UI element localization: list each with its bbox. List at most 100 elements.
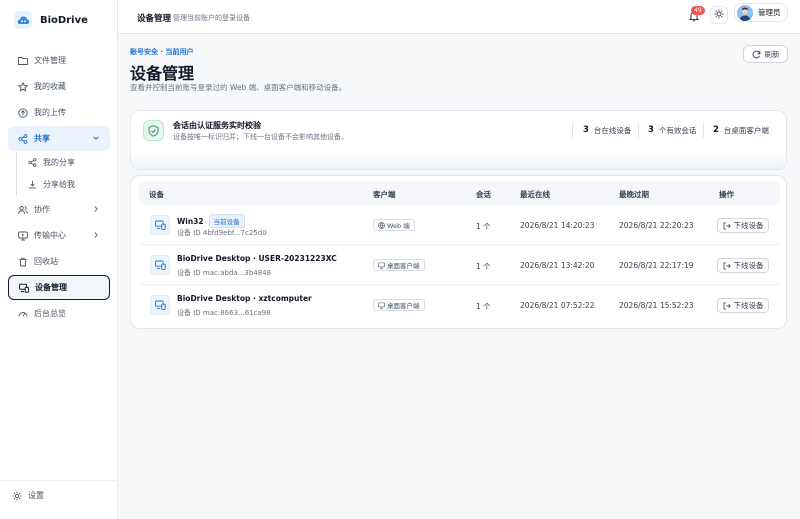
device-name-text: BioDrive Desktop · xztcomputer [177, 294, 312, 303]
expires-at: 2026/8/21 22:17:19 [619, 261, 694, 270]
monitor-icon [378, 302, 385, 309]
download-icon [27, 180, 37, 190]
session-count: 1 个 [476, 222, 491, 231]
device-id: 设备 ID 4bfd9ebf...7c25d0 [177, 229, 267, 237]
user-menu[interactable]: 管理员 [734, 3, 788, 22]
sidebar: BioDrive 文件管理 我的收藏 我的上传 共享 我的分享 分享给我 协作 … [0, 0, 118, 519]
sidebar-item-my-shares[interactable]: 我的分享 [17, 152, 110, 173]
sidebar-item-uploads[interactable]: 我的上传 [8, 100, 110, 125]
app-name: BioDrive [40, 14, 88, 26]
notification-badge: 49 [691, 6, 705, 15]
sidebar-item-shared-with-me[interactable]: 分享给我 [17, 174, 110, 195]
sidebar-item-devices[interactable]: 设备管理 [8, 275, 110, 300]
sidebar-item-favorites[interactable]: 我的收藏 [8, 74, 110, 99]
sidebar-divider [0, 480, 118, 481]
session-count: 1 个 [476, 262, 491, 271]
share-small-icon [27, 158, 37, 168]
refresh-label: 刷新 [764, 49, 780, 59]
chevron-right-icon [92, 231, 100, 241]
stat-divider [572, 122, 573, 138]
sidebar-item-transfer[interactable]: 传输中心 [8, 223, 110, 248]
trash-icon [18, 257, 28, 267]
monitor-icon [378, 262, 385, 269]
table-row: BioDrive Desktop · USER-20231223XC 设备 ID… [139, 246, 780, 285]
logout-device-button[interactable]: 下线设备 [717, 218, 769, 233]
sidebar-item-collaboration[interactable]: 协作 [8, 197, 110, 222]
logout-label: 下线设备 [733, 301, 764, 310]
column-header-client: 客户端 [373, 190, 396, 199]
client-label: Web 端 [387, 222, 410, 230]
page-title: 设备管理 [130, 64, 195, 83]
client-badge: 桌面客户端 [373, 259, 425, 271]
logout-device-button[interactable]: 下线设备 [717, 258, 769, 273]
star-icon [18, 81, 28, 92]
shield-check-icon [143, 120, 164, 141]
device-name: BioDrive Desktop · USER-20231223XC [177, 254, 337, 263]
header-subtitle: 管理当前账户的登录设备 [173, 14, 250, 22]
users-icon [18, 205, 28, 215]
sidebar-item-settings[interactable]: 设置 [12, 490, 44, 501]
sidebar-item-label: 协作 [34, 205, 50, 214]
sidebar-item-label: 传输中心 [34, 231, 66, 240]
devices-icon [19, 283, 29, 293]
settings-label: 设置 [28, 491, 44, 500]
table-row: BioDrive Desktop · xztcomputer 设备 ID mac… [139, 286, 780, 325]
sidebar-item-label: 我的收藏 [34, 82, 66, 91]
refresh-button[interactable]: 刷新 [743, 45, 788, 63]
avatar [737, 4, 753, 21]
sidebar-nav: 文件管理 我的收藏 我的上传 共享 我的分享 分享给我 协作 传输中心 回收站 … [8, 48, 110, 327]
stat-value: 2 [713, 125, 719, 135]
chevron-down-icon [92, 134, 100, 144]
chevron-right-icon [92, 205, 100, 215]
devices-icon [150, 295, 170, 315]
sidebar-item-label: 回收站 [34, 257, 58, 266]
sidebar-item-trash[interactable]: 回收站 [8, 249, 110, 274]
stat-desktop-clients: 2 台桌面客户端 [713, 123, 769, 137]
sidebar-item-label: 我的分享 [43, 158, 75, 167]
page-description: 查看并控制当前账号登录过的 Web 端、桌面客户端和移动设备。 [130, 83, 347, 92]
sidebar-item-label: 文件管理 [34, 56, 66, 65]
logout-icon [723, 262, 731, 270]
gear-icon [12, 491, 22, 501]
sidebar-item-share[interactable]: 共享 [8, 126, 110, 151]
column-header-sessions: 会话 [476, 190, 491, 199]
logout-icon [723, 302, 731, 310]
top-bar: 设备管理 管理当前账户的登录设备 49 管理员 [118, 0, 800, 34]
client-label: 桌面客户端 [387, 302, 420, 310]
sidebar-item-files[interactable]: 文件管理 [8, 48, 110, 73]
stat-label: 个有效会话 [658, 125, 697, 135]
last-online: 2026/8/21 07:52:22 [520, 301, 595, 310]
user-name: 管理员 [758, 8, 781, 17]
upload-icon [18, 107, 28, 118]
globe-icon [378, 221, 385, 229]
table-header: 设备 客户端 会话 最近在线 最晚过期 操作 [139, 181, 780, 205]
share-icon [18, 133, 28, 144]
table-row: Win32 当前设备 设备 ID 4bfd9ebf...7c25d0 Web 端… [139, 206, 780, 245]
sidebar-item-label: 共享 [34, 134, 50, 143]
sidebar-item-label: 分享给我 [43, 180, 75, 189]
breadcrumb: 账号安全 · 当前用户 [130, 48, 194, 56]
stat-online-devices: 3 台在线设备 [583, 123, 631, 137]
expires-at: 2026/8/21 22:20:23 [619, 221, 694, 230]
logout-device-button[interactable]: 下线设备 [717, 298, 769, 313]
device-name: BioDrive Desktop · xztcomputer [177, 294, 312, 303]
device-name-text: BioDrive Desktop · USER-20231223XC [177, 254, 337, 263]
devices-table: 设备 客户端 会话 最近在线 最晚过期 操作 Win32 当前设备 设备 ID … [130, 175, 787, 329]
device-id: 设备 ID mac:abda...3b4848 [177, 269, 272, 277]
theme-toggle-button[interactable] [710, 6, 728, 24]
sidebar-item-label: 我的上传 [34, 108, 66, 117]
last-online: 2026/8/21 13:42:20 [520, 261, 595, 270]
brand[interactable]: BioDrive [14, 9, 88, 31]
client-badge: Web 端 [373, 219, 415, 231]
device-name-text: Win32 [177, 216, 204, 226]
sun-icon [714, 9, 724, 21]
client-label: 桌面客户端 [387, 262, 420, 270]
column-header-last-online: 最近在线 [520, 190, 550, 199]
biodrive-logo-icon [14, 11, 32, 29]
stat-value: 3 [583, 125, 589, 135]
session-count: 1 个 [476, 302, 491, 311]
column-header-device: 设备 [149, 190, 164, 199]
stat-label: 台桌面客户端 [723, 125, 769, 135]
column-header-expires: 最晚过期 [619, 190, 649, 199]
sidebar-item-admin-overview[interactable]: 后台总览 [8, 301, 110, 326]
